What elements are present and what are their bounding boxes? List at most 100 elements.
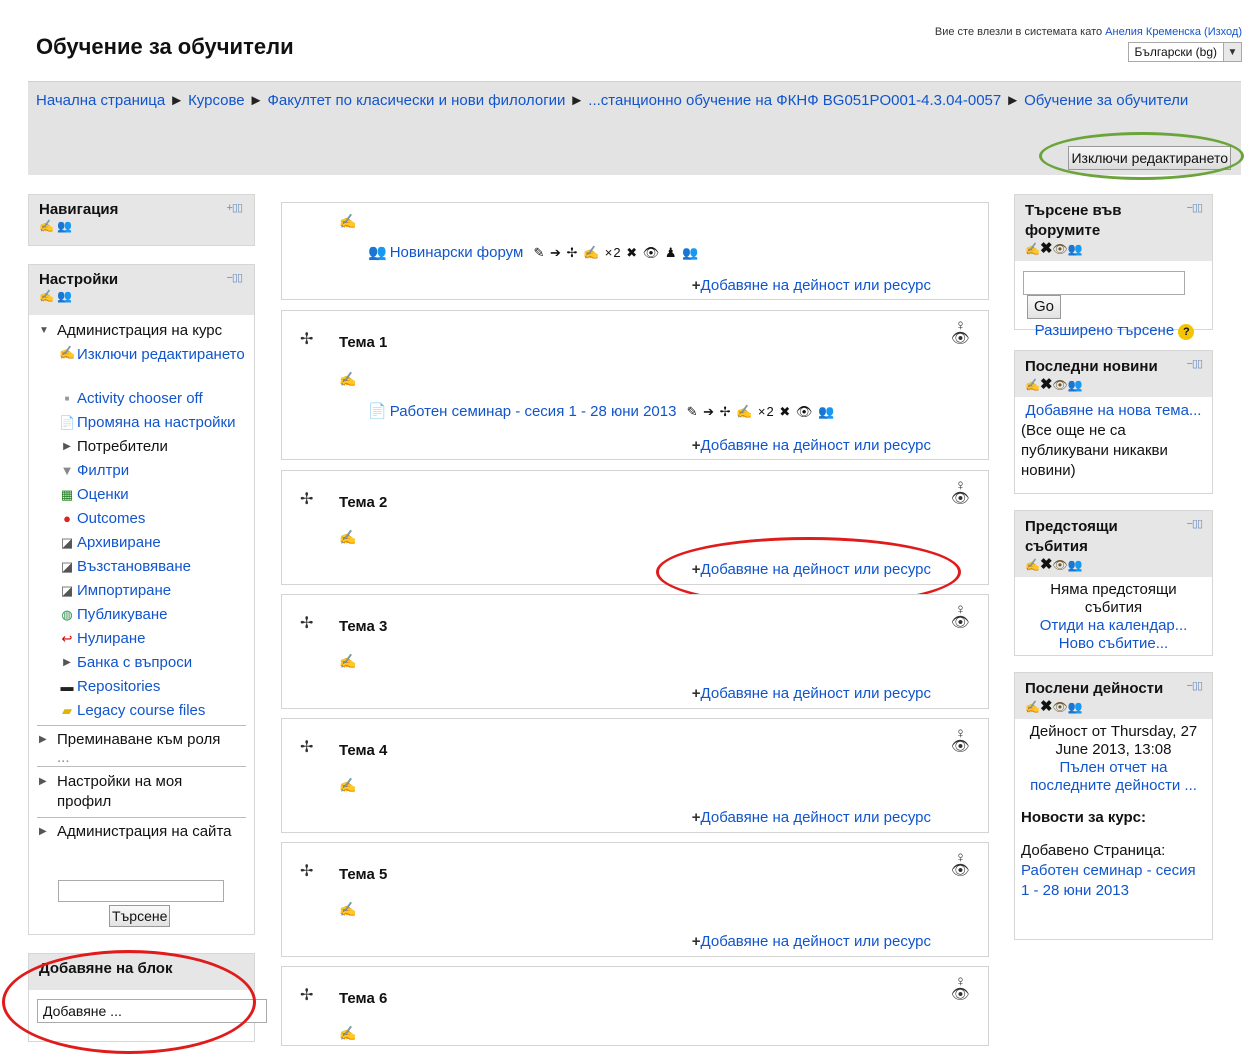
hide-icon[interactable]: 👁 xyxy=(1053,558,1068,572)
language-select[interactable]: Български (bg) ▼ xyxy=(1127,42,1242,62)
collapse-icon[interactable]: −▯▯ xyxy=(1186,357,1203,370)
role-icon[interactable]: 👥 xyxy=(57,219,72,233)
pencil-icon[interactable]: ✍ xyxy=(339,653,356,670)
highlight-bulb-icon[interactable]: ♀ 👁 xyxy=(951,602,970,630)
tree-item-publish[interactable]: ◍ Публикуване xyxy=(29,603,254,627)
logout-link[interactable]: (Изход) xyxy=(1204,26,1242,38)
tree-item-import[interactable]: ◪ Импортиране xyxy=(29,579,254,603)
collapse-icon[interactable]: −▯▯ xyxy=(1186,517,1203,530)
settings-search-button[interactable]: Търсене xyxy=(109,905,171,927)
move-icon[interactable]: ✢ xyxy=(300,985,313,1005)
tree-item-reset[interactable]: ↩ Нулиране xyxy=(29,627,254,651)
highlight-bulb-icon[interactable]: ♀ 👁 xyxy=(951,726,970,754)
tree-item-users[interactable]: ▶ Потребители xyxy=(29,435,254,459)
section-title: Тема 6 xyxy=(339,990,388,1007)
tree-item-restore[interactable]: ◪ Възстановяване xyxy=(29,555,254,579)
tree-item-grades[interactable]: ▦ Оценки xyxy=(29,483,254,507)
move-icon[interactable]: ✢ xyxy=(300,737,313,757)
pencil-icon[interactable]: ✍ xyxy=(339,1025,356,1042)
tree-item-turn-editing-off[interactable]: ✍ Изключи редактирането xyxy=(29,343,254,387)
tree-switch-role[interactable]: ▶ Преминаване към роля... xyxy=(29,728,254,766)
add-activity-link[interactable]: +Добавяне на дейност или ресурс xyxy=(692,277,931,294)
delete-icon[interactable]: ✖ xyxy=(1040,240,1053,257)
chevron-down-icon: ▼ xyxy=(1223,43,1241,61)
tree-my-profile[interactable]: ▶ Настройки на моя профил xyxy=(29,769,254,815)
move-icon[interactable]: ✢ xyxy=(300,489,313,509)
move-icon[interactable]: ✢ xyxy=(300,329,313,349)
hide-icon[interactable]: 👁 xyxy=(1053,700,1068,714)
full-report-link[interactable]: Пълен отчет на последните дейности ... xyxy=(1030,759,1197,794)
tree-item-activity-chooser[interactable]: ■ Activity chooser off xyxy=(29,387,254,411)
hide-icon[interactable]: 👁 xyxy=(1053,242,1068,256)
highlight-bulb-icon[interactable]: ♀ 👁 xyxy=(951,850,970,878)
move-icon[interactable]: ✢ xyxy=(300,861,313,881)
pencil-icon[interactable]: ✍ xyxy=(1025,378,1040,392)
collapse-icon[interactable]: −▯▯ xyxy=(1186,201,1203,214)
highlight-annotation xyxy=(2,950,256,1054)
delete-icon[interactable]: ✖ xyxy=(1040,376,1053,393)
role-icon[interactable]: 👥 xyxy=(1068,558,1083,572)
highlight-bulb-icon[interactable]: ♀ 👁 xyxy=(951,478,970,506)
role-icon[interactable]: 👥 xyxy=(1068,700,1083,714)
highlight-bulb-icon[interactable]: ♀ 👁 xyxy=(951,974,970,1002)
add-activity-link[interactable]: +Добавяне на дейност или ресурс xyxy=(692,809,931,826)
pencil-icon[interactable]: ✍ xyxy=(339,777,356,794)
new-event-link[interactable]: Ново събитие... xyxy=(1059,635,1168,652)
delete-icon[interactable]: ✖ xyxy=(1040,556,1053,573)
recent-page-link[interactable]: Работен семинар - сесия 1 - 28 юни 2013 xyxy=(1021,862,1196,899)
pencil-icon[interactable]: ✍ xyxy=(1025,558,1040,572)
tree-item-outcomes[interactable]: ● Outcomes xyxy=(29,507,254,531)
pencil-icon[interactable]: ✍ xyxy=(339,529,356,546)
delete-icon[interactable]: ✖ xyxy=(1040,698,1053,715)
tree-item-edit-settings[interactable]: 📄 Промяна на настройки xyxy=(29,411,254,435)
hide-icon[interactable]: 👁 xyxy=(1053,378,1068,392)
tree-item-backup[interactable]: ◪ Архивиране xyxy=(29,531,254,555)
collapse-icon[interactable]: −▯▯ xyxy=(1186,679,1203,692)
help-icon[interactable]: ? xyxy=(1178,324,1195,340)
section-title: Тема 3 xyxy=(339,618,388,635)
tree-item-question-bank[interactable]: ▶ Банка с въпроси xyxy=(29,651,254,675)
pencil-icon[interactable]: ✍ xyxy=(39,289,54,303)
tree-item-legacy-files[interactable]: ▰ Legacy course files xyxy=(29,699,254,723)
role-icon[interactable]: 👥 xyxy=(1068,378,1083,392)
tree-course-admin[interactable]: ▼ Администрация на курс xyxy=(29,319,254,343)
breadcrumb-category[interactable]: ...станционно обучение на ФКНФ BG051PO00… xyxy=(588,92,1001,109)
breadcrumb-faculty[interactable]: Факултет по класически и нови филологии xyxy=(268,92,566,109)
upcoming-events-block: Предстоящи събития ✍✖👁👥 −▯▯ Няма предсто… xyxy=(1014,510,1213,656)
add-activity-link[interactable]: +Добавяне на дейност или ресурс xyxy=(692,437,931,454)
pencil-icon[interactable]: ✍ xyxy=(339,371,356,388)
pencil-icon[interactable]: ✍ xyxy=(1025,700,1040,714)
breadcrumb-courses[interactable]: Курсове xyxy=(188,92,245,109)
advanced-search-link[interactable]: Разширено търсене xyxy=(1035,322,1175,339)
activity-edit-tools[interactable]: ✎ ➔ ✢ ✍ ×2 ✖ 👁 👥 xyxy=(687,404,836,419)
move-icon[interactable]: ✢ xyxy=(300,613,313,633)
settings-block-title: Настройки xyxy=(39,271,119,288)
forum-search-go-button[interactable]: Go xyxy=(1027,295,1062,319)
add-activity-link[interactable]: +Добавяне на дейност или ресурс xyxy=(692,685,931,702)
user-name-link[interactable]: Анелия Кременска xyxy=(1105,26,1201,38)
navigation-block-title: Навигация xyxy=(39,201,119,218)
tree-item-repositories[interactable]: ▬ Repositories xyxy=(29,675,254,699)
repository-icon: ▬ xyxy=(60,679,74,694)
role-icon[interactable]: 👥 xyxy=(57,289,72,303)
pencil-icon[interactable]: ✍ xyxy=(39,219,54,233)
add-activity-link[interactable]: +Добавяне на дейност или ресурс xyxy=(692,933,931,950)
dock-icon[interactable]: +▯▯ xyxy=(226,201,243,214)
activity-news-forum[interactable]: 👥 Новинарски форум ✎ ➔ ✢ ✍ ×2 ✖ 👁 ♟ 👥 xyxy=(368,243,699,261)
calendar-link[interactable]: Отиди на календар... xyxy=(1040,617,1188,634)
settings-search-input[interactable] xyxy=(58,880,224,902)
role-icon[interactable]: 👥 xyxy=(1068,242,1083,256)
collapse-icon[interactable]: −▯▯ xyxy=(226,271,243,284)
add-news-topic-link[interactable]: Добавяне на нова тема... xyxy=(1026,402,1202,419)
activity-page[interactable]: 📄 Работен семинар - сесия 1 - 28 юни 2013… xyxy=(368,402,835,420)
tree-site-admin[interactable]: ▶ Администрация на сайта xyxy=(29,820,254,844)
activity-edit-tools[interactable]: ✎ ➔ ✢ ✍ ×2 ✖ 👁 ♟ 👥 xyxy=(533,245,699,260)
pencil-icon[interactable]: ✍ xyxy=(1025,242,1040,256)
pencil-icon[interactable]: ✍ xyxy=(339,213,356,230)
pencil-icon[interactable]: ✍ xyxy=(339,901,356,918)
forum-search-input[interactable] xyxy=(1023,271,1185,295)
tree-item-filters[interactable]: ▼ Филтри xyxy=(29,459,254,483)
breadcrumb-course[interactable]: Обучение за обучители xyxy=(1024,92,1188,109)
breadcrumb-home[interactable]: Начална страница xyxy=(36,92,165,109)
highlight-bulb-icon[interactable]: ♀ 👁 xyxy=(951,318,970,346)
